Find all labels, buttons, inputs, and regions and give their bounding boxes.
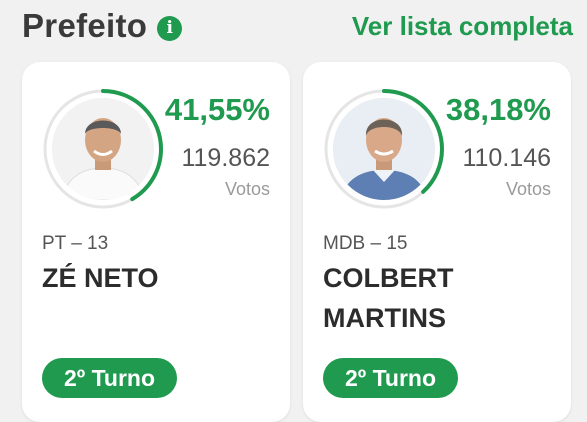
party-number: PT – 13 [42, 233, 109, 254]
candidate-card[interactable]: 41,55% 119.862 Votos PT – 13 ZÉ NETO 2º … [22, 62, 290, 422]
section-header: Prefeito i Ver lista completa [22, 6, 573, 46]
votes-label: Votos [224, 179, 270, 199]
vote-count: 119.862 [181, 144, 270, 172]
candidate-card[interactable]: 38,18% 110.146 Votos MDB – 15 COLBERT MA… [303, 62, 571, 422]
title-group: Prefeito i [22, 7, 183, 45]
party-number: MDB – 15 [323, 233, 408, 254]
votes-label: Votos [505, 179, 551, 199]
candidate-photo [333, 98, 435, 200]
section-title: Prefeito [22, 7, 148, 44]
second-round-badge[interactable]: 2º Turno [42, 358, 178, 398]
vote-share-ring [42, 88, 164, 210]
see-full-list-link[interactable]: Ver lista completa [352, 11, 573, 42]
vote-percentage: 38,18% [445, 92, 551, 127]
candidate-name: ZÉ NETO [42, 263, 159, 293]
candidate-photo [52, 98, 154, 200]
vote-percentage: 41,55% [164, 92, 270, 127]
second-round-badge[interactable]: 2º Turno [323, 358, 459, 398]
info-icon[interactable]: i [157, 15, 183, 41]
vote-count: 110.146 [462, 144, 551, 172]
candidate-name: COLBERT MARTINS [323, 263, 454, 333]
vote-share-ring [323, 88, 445, 210]
